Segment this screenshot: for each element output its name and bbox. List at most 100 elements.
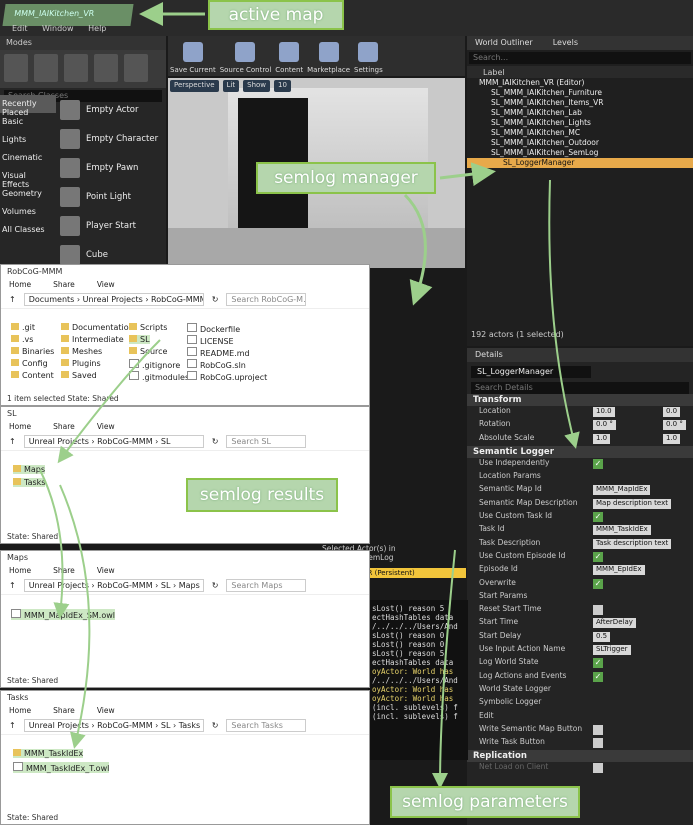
up-arrow-icon[interactable]: ↑: [9, 721, 16, 730]
up-arrow-icon[interactable]: ↑: [9, 437, 16, 446]
outliner-row[interactable]: SL_MMM_IAIKitchen_SemLog: [467, 148, 693, 158]
menu-view[interactable]: View: [97, 706, 115, 716]
file-item[interactable]: SL: [129, 335, 150, 344]
actor-item[interactable]: Empty Pawn: [60, 153, 166, 182]
grid-snap-button[interactable]: 10: [274, 80, 291, 92]
checkbox[interactable]: [593, 724, 603, 735]
file-item[interactable]: .vs: [11, 335, 33, 344]
menu-view[interactable]: View: [97, 566, 115, 576]
refresh-icon[interactable]: ↻: [212, 721, 219, 730]
details-tab[interactable]: Details: [467, 348, 693, 362]
landscape-mode-icon[interactable]: [64, 54, 88, 82]
details-search-input[interactable]: Search Details: [471, 382, 689, 394]
source-control-button[interactable]: Source Control: [220, 38, 271, 74]
path-field[interactable]: Unreal Projects › RobCoG-MMM › SL › Task…: [23, 719, 204, 732]
value-field[interactable]: SLTrigger: [593, 645, 631, 656]
file-item[interactable]: Meshes: [61, 347, 102, 356]
y-field[interactable]: 0.0: [663, 407, 681, 417]
refresh-icon[interactable]: ↻: [212, 437, 219, 446]
menu-share[interactable]: Share: [53, 566, 75, 576]
place-mode-icon[interactable]: [4, 54, 28, 82]
menu-view[interactable]: View: [97, 422, 115, 432]
file-item[interactable]: Binaries: [11, 347, 54, 356]
actor-item[interactable]: Empty Actor: [60, 95, 166, 124]
file-item[interactable]: RobCoG.uproject: [187, 371, 267, 382]
value-field[interactable]: Map description text: [593, 498, 671, 509]
folder-item[interactable]: Tasks: [13, 478, 46, 487]
perspective-button[interactable]: Perspective: [170, 80, 219, 92]
path-field[interactable]: Unreal Projects › RobCoG-MMM › SL › Maps: [23, 579, 204, 592]
x-field[interactable]: 10.0: [593, 407, 615, 417]
x-field[interactable]: 1.0: [593, 433, 611, 444]
outliner-row[interactable]: SL_MMM_IAIKitchen_Lights: [467, 118, 693, 128]
value-field[interactable]: MMM_MapIdEx: [593, 485, 651, 496]
value-field[interactable]: MMM_TaskIdEx: [593, 525, 651, 536]
search-input[interactable]: Search RobCoG-M...: [226, 293, 307, 306]
menu-home[interactable]: Home: [9, 566, 31, 576]
owl-file-item[interactable]: MMM_TaskIdEx_T.owl: [13, 762, 110, 773]
file-item[interactable]: Dockerfile: [187, 323, 240, 334]
outliner-row[interactable]: SL_MMM_IAIKitchen_Outdoor: [467, 138, 693, 148]
value-field[interactable]: MMM_EpIdEx: [593, 565, 645, 576]
tab-levels[interactable]: Levels: [553, 38, 578, 48]
map-tab[interactable]: MMM_IAIKitchen_VR: [2, 4, 134, 26]
file-item[interactable]: .gitmodules: [129, 371, 189, 382]
actor-name-field[interactable]: SL_LoggerManager: [471, 366, 591, 378]
modes-tab[interactable]: Modes: [0, 36, 166, 50]
paint-mode-icon[interactable]: [34, 54, 58, 82]
outliner-row[interactable]: MMM_IAIKitchen_VR (Editor): [467, 78, 693, 88]
folder-item[interactable]: MMM_TaskIdEx: [13, 749, 84, 758]
file-item[interactable]: Scripts: [129, 323, 167, 332]
value-field[interactable]: 0.5: [593, 631, 611, 642]
show-button[interactable]: Show: [243, 80, 271, 92]
menu-home[interactable]: Home: [9, 280, 31, 290]
checkbox[interactable]: [593, 763, 603, 774]
file-item[interactable]: Saved: [61, 371, 97, 380]
category-item[interactable]: Cinematic: [0, 149, 56, 167]
up-arrow-icon[interactable]: ↑: [9, 581, 16, 590]
file-item[interactable]: Source: [129, 347, 167, 356]
menu-view[interactable]: View: [97, 280, 115, 290]
outliner-row[interactable]: SL_MMM_IAIKitchen_Lab: [467, 108, 693, 118]
up-arrow-icon[interactable]: ↑: [9, 295, 16, 304]
menu-help[interactable]: Help: [88, 24, 106, 33]
save-current-button[interactable]: Save Current: [170, 38, 216, 74]
file-item[interactable]: .git: [11, 323, 35, 332]
file-item[interactable]: Config: [11, 359, 48, 368]
foliage-mode-icon[interactable]: [94, 54, 118, 82]
folder-item[interactable]: Maps: [13, 465, 46, 474]
category-item[interactable]: All Classes: [0, 221, 56, 239]
actor-item[interactable]: Player Start: [60, 211, 166, 240]
menu-window[interactable]: Window: [42, 24, 74, 33]
lit-button[interactable]: Lit: [222, 80, 240, 92]
checkbox[interactable]: ✓: [593, 658, 603, 669]
menu-share[interactable]: Share: [53, 280, 75, 290]
search-input[interactable]: Search SL: [226, 435, 307, 448]
outliner-row[interactable]: SL_MMM_IAIKitchen_Furniture: [467, 88, 693, 98]
actor-item[interactable]: Empty Character: [60, 124, 166, 153]
path-field[interactable]: Unreal Projects › RobCoG-MMM › SL: [23, 435, 204, 448]
file-item[interactable]: .gitignore: [129, 359, 180, 370]
search-input[interactable]: Search Tasks: [226, 719, 307, 732]
menu-edit[interactable]: Edit: [12, 24, 28, 33]
outliner-search-input[interactable]: Search...: [469, 52, 691, 64]
search-input[interactable]: Search Maps: [226, 579, 307, 592]
x-field[interactable]: 0.0 °: [593, 420, 616, 431]
refresh-icon[interactable]: ↻: [212, 295, 219, 304]
refresh-icon[interactable]: ↻: [212, 581, 219, 590]
y-field[interactable]: 1.0: [663, 433, 681, 444]
content-button[interactable]: Content: [275, 38, 303, 74]
semantic-logger-section[interactable]: Semantic Logger: [467, 445, 693, 458]
checkbox[interactable]: ✓: [593, 671, 603, 682]
outliner-row[interactable]: SL_MMM_IAIKitchen_MC: [467, 128, 693, 138]
outliner-row[interactable]: SL_MMM_IAIKitchen_Items_VR: [467, 98, 693, 108]
checkbox[interactable]: ✓: [593, 512, 603, 523]
checkbox[interactable]: ✓: [593, 551, 603, 562]
outliner-label-header[interactable]: Label: [467, 66, 693, 78]
checkbox[interactable]: [593, 605, 603, 616]
file-item[interactable]: Plugins: [61, 359, 101, 368]
menu-share[interactable]: Share: [53, 706, 75, 716]
menu-share[interactable]: Share: [53, 422, 75, 432]
settings-button[interactable]: Settings: [354, 38, 383, 74]
path-field[interactable]: Documents › Unreal Projects › RobCoG-MMM: [23, 293, 204, 306]
